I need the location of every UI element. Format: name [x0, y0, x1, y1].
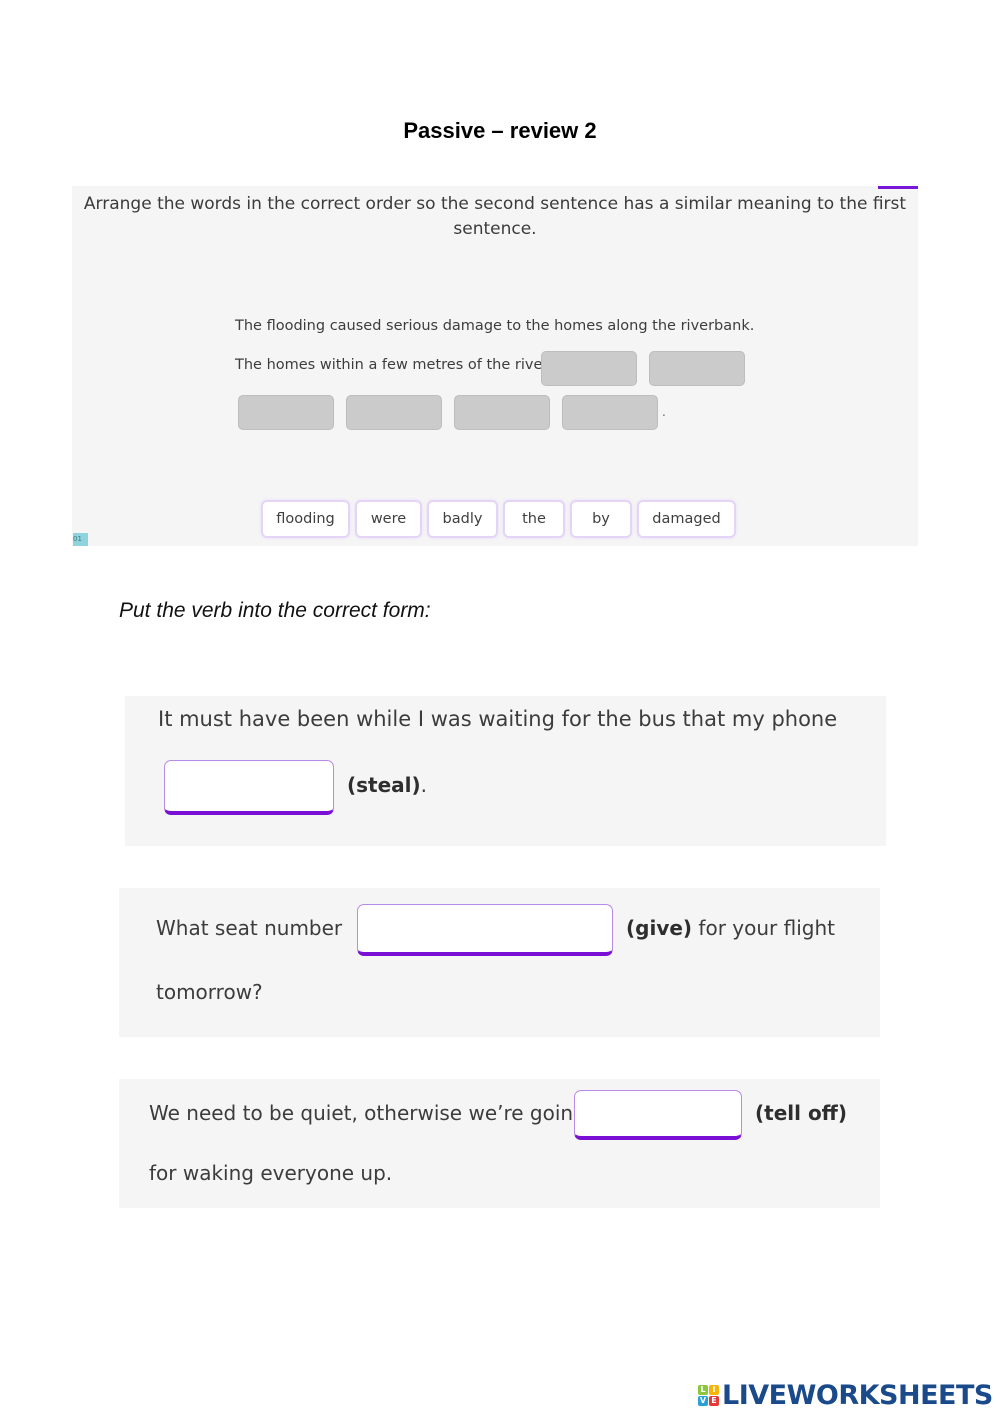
live-blocks-icon: L I V E — [698, 1385, 719, 1406]
exercise-instructions: Arrange the words in the correct order s… — [83, 194, 907, 239]
word-chip[interactable]: flooding — [261, 500, 350, 538]
page-title: Passive – review 2 — [403, 118, 597, 143]
word-chip[interactable]: were — [355, 500, 422, 538]
progress-indicator — [878, 186, 918, 189]
section-heading: Put the verb into the correct form: — [119, 599, 431, 622]
drop-slot-2[interactable] — [649, 351, 745, 386]
question-2-text: What seat number — [156, 916, 343, 940]
question-3-text: We need to be quiet, otherwise we’re goi… — [149, 1101, 586, 1125]
logo-letter: L — [698, 1385, 708, 1395]
answer-input-1[interactable] — [164, 760, 334, 815]
logo-text: LIVEWORKSHEETS — [722, 1380, 993, 1411]
logo-letter: E — [709, 1396, 719, 1406]
liveworksheets-logo: L I V E LIVEWORKSHEETS — [698, 1380, 993, 1411]
verb-hint-2: (give) — [626, 916, 693, 940]
word-chip[interactable]: badly — [427, 500, 498, 538]
answer-input-3[interactable] — [574, 1090, 742, 1140]
word-chip[interactable]: the — [503, 500, 565, 538]
question-2-line2: tomorrow? — [156, 980, 263, 1004]
word-bank: flooding were badly the by damaged — [261, 500, 736, 538]
question-2-verb-line: (give) for your flight — [626, 916, 835, 940]
original-sentence: The flooding caused serious damage to th… — [235, 318, 755, 334]
question-3-line2: for waking everyone up. — [149, 1161, 393, 1185]
word-chip[interactable]: by — [570, 500, 632, 538]
question-card-3 — [119, 1079, 880, 1208]
question-1-text: It must have been while I was waiting fo… — [158, 707, 838, 731]
drop-slot-4[interactable] — [346, 395, 442, 430]
corner-badge-icon: 01 — [73, 533, 88, 546]
drop-slot-3[interactable] — [238, 395, 334, 430]
answer-input-2[interactable] — [357, 904, 613, 956]
logo-letter: I — [709, 1385, 719, 1395]
question-1-end: . — [420, 773, 428, 797]
drop-slot-1[interactable] — [541, 351, 637, 386]
drop-slot-6[interactable] — [562, 395, 658, 430]
drop-slot-5[interactable] — [454, 395, 550, 430]
question-2-after: for your flight — [692, 916, 835, 940]
prompt-sentence: The homes within a few metres of the riv… — [235, 357, 549, 373]
verb-hint-3: (tell off) — [755, 1101, 848, 1125]
word-chip[interactable]: damaged — [637, 500, 736, 538]
sentence-end-period: . — [662, 405, 666, 419]
logo-letter: V — [698, 1396, 708, 1406]
question-1-verb-line: (steal). — [347, 773, 427, 797]
verb-hint-1: (steal) — [347, 773, 421, 797]
